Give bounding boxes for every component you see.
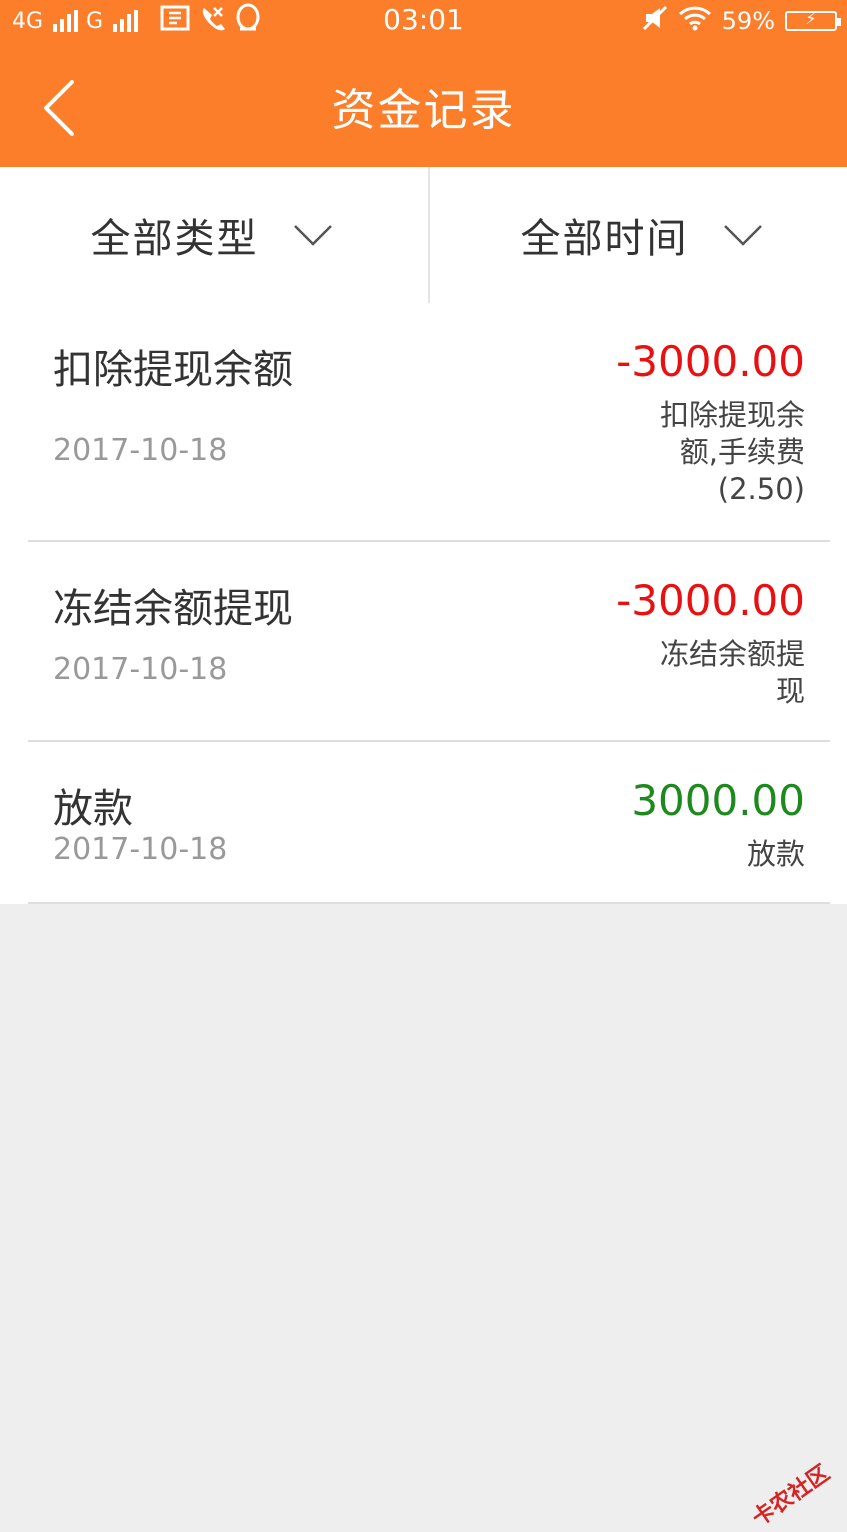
chevron-down-icon [293,225,332,246]
record-amount: -3000.00 [616,576,805,625]
record-name: 扣除提现余额 [53,347,293,393]
record-amount: -3000.00 [616,337,805,386]
record-amount: 3000.00 [631,776,805,825]
page-title: 资金记录 [331,85,516,136]
type-filter-dropdown[interactable]: 全部类型 [0,167,423,303]
app-header: 资金记录 [0,42,847,167]
type-filter-label: 全部类型 [90,216,259,262]
record-name: 冻结余额提现 [53,586,293,632]
time-filter-label: 全部时间 [520,216,689,262]
list-item[interactable]: 放款 2017-10-18 3000.00 放款 [28,742,830,904]
record-date: 2017-10-18 [53,433,228,468]
list-item[interactable]: 冻结余额提现 2017-10-18 -3000.00 冻结余额提现 [28,542,830,742]
charging-icon: ⚡ [805,9,817,28]
mute-icon [642,5,668,37]
status-right: 59% ⚡ [642,5,841,37]
record-date: 2017-10-18 [53,832,228,867]
chevron-down-icon [723,225,762,246]
record-date: 2017-10-18 [53,652,228,687]
battery-percent: 59% [721,7,775,35]
record-description: 扣除提现余额,手续费(2.50) [659,398,805,506]
watermark: 卡农社区 [747,1460,835,1532]
list-item[interactable]: 扣除提现余额 2017-10-18 -3000.00 扣除提现余额,手续费(2.… [28,303,830,542]
status-bar: 4G G 03:01 59% ⚡ [0,0,847,42]
record-description: 冻结余额提现 [659,637,805,708]
wifi-icon [678,5,712,37]
time-filter-dropdown[interactable]: 全部时间 [430,167,847,303]
records-list: 扣除提现余额 2017-10-18 -3000.00 扣除提现余额,手续费(2.… [0,303,847,904]
record-description: 放款 [746,837,805,871]
record-name: 放款 [53,786,133,832]
battery-icon: ⚡ [785,9,841,31]
filter-bar: 全部类型 全部时间 [0,167,847,303]
